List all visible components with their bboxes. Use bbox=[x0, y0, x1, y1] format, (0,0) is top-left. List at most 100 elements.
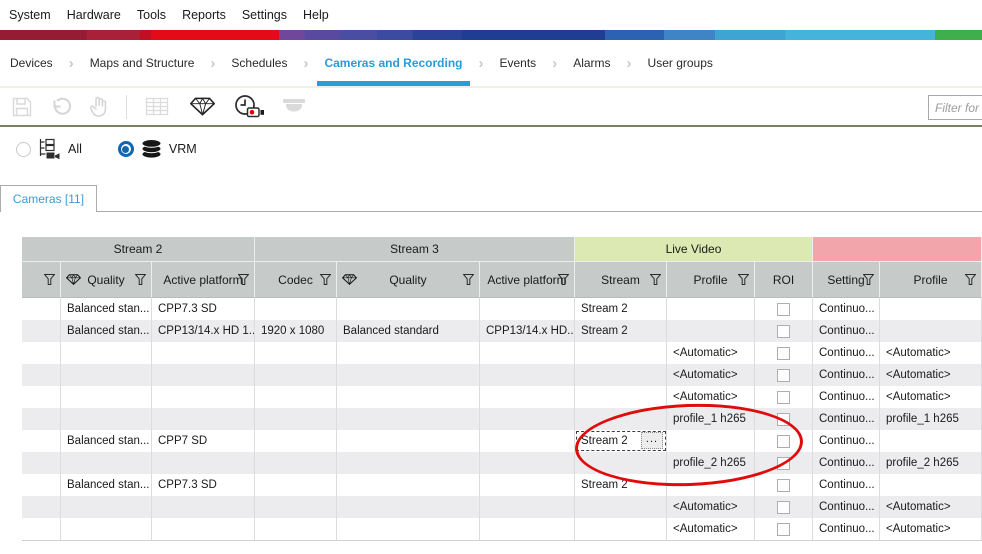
cell-codec[interactable] bbox=[255, 364, 337, 386]
cell-sel[interactable] bbox=[22, 298, 61, 320]
cell-q2[interactable] bbox=[61, 496, 152, 518]
cell-q3[interactable] bbox=[337, 518, 480, 540]
cell-q3[interactable] bbox=[337, 474, 480, 496]
cell-roi[interactable] bbox=[755, 386, 813, 408]
cell-ap3[interactable] bbox=[480, 452, 575, 474]
cell-stream[interactable] bbox=[575, 518, 667, 540]
scheduled-recording-icon[interactable] bbox=[233, 94, 264, 120]
cell-profile[interactable]: <Automatic> bbox=[667, 364, 755, 386]
cell-q3[interactable] bbox=[337, 342, 480, 364]
filter-icon[interactable] bbox=[135, 274, 146, 285]
cell-profile2[interactable] bbox=[880, 474, 982, 496]
column-header-roi-roi[interactable]: ROI bbox=[755, 262, 813, 298]
copy-table-icon[interactable] bbox=[145, 95, 172, 118]
cell-ap3[interactable] bbox=[480, 408, 575, 430]
roi-checkbox[interactable] bbox=[777, 479, 790, 492]
cell-sel[interactable] bbox=[22, 474, 61, 496]
cell-sel[interactable] bbox=[22, 408, 61, 430]
cell-stream[interactable]: Stream 2 bbox=[575, 320, 667, 342]
cell-setting[interactable]: Continuo... bbox=[813, 364, 880, 386]
cell-stream[interactable] bbox=[575, 364, 667, 386]
cell-ap2[interactable] bbox=[152, 496, 255, 518]
cell-profile[interactable]: <Automatic> bbox=[667, 386, 755, 408]
cell-setting[interactable]: Continuo... bbox=[813, 496, 880, 518]
cell-codec[interactable] bbox=[255, 518, 337, 540]
cell-ap2[interactable] bbox=[152, 408, 255, 430]
cell-profile[interactable]: <Automatic> bbox=[667, 496, 755, 518]
roi-checkbox[interactable] bbox=[777, 501, 790, 514]
cell-q2[interactable]: Balanced stan... bbox=[61, 298, 152, 320]
cell-setting[interactable]: Continuo... bbox=[813, 386, 880, 408]
cell-ap2[interactable]: CPP7.3 SD bbox=[152, 298, 255, 320]
cell-setting[interactable]: Continuo... bbox=[813, 518, 880, 540]
cell-profile[interactable]: profile_1 h265 bbox=[667, 408, 755, 430]
cell-setting[interactable]: Continuo... bbox=[813, 430, 880, 452]
cell-profile[interactable] bbox=[667, 320, 755, 342]
cell-q3[interactable] bbox=[337, 298, 480, 320]
cell-q2[interactable] bbox=[61, 408, 152, 430]
cell-ap2[interactable]: CPP7.3 SD bbox=[152, 474, 255, 496]
quality-diamond-icon[interactable] bbox=[190, 97, 215, 116]
cell-profile[interactable]: <Automatic> bbox=[667, 342, 755, 364]
column-header-quality-q3[interactable]: Quality bbox=[337, 262, 480, 298]
cell-setting[interactable]: Continuo... bbox=[813, 342, 880, 364]
cell-profile[interactable] bbox=[667, 298, 755, 320]
cell-profile[interactable] bbox=[667, 430, 755, 452]
menu-item-system[interactable]: System bbox=[9, 8, 51, 22]
nav-tab-cameras-and-recording[interactable]: Cameras and Recording bbox=[324, 40, 462, 86]
cell-setting[interactable]: Continuo... bbox=[813, 320, 880, 342]
cell-roi[interactable] bbox=[755, 474, 813, 496]
cell-roi[interactable] bbox=[755, 430, 813, 452]
cell-ap3[interactable] bbox=[480, 342, 575, 364]
cell-ap2[interactable] bbox=[152, 386, 255, 408]
nav-tab-alarms[interactable]: Alarms bbox=[573, 40, 610, 86]
cell-ap3[interactable] bbox=[480, 430, 575, 452]
filter-icon[interactable] bbox=[650, 274, 661, 285]
nav-tab-events[interactable]: Events bbox=[500, 40, 537, 86]
nav-tab-user-groups[interactable]: User groups bbox=[648, 40, 713, 86]
cell-ap2[interactable] bbox=[152, 342, 255, 364]
menu-item-settings[interactable]: Settings bbox=[242, 8, 287, 22]
column-header-sel[interactable] bbox=[22, 262, 61, 298]
column-header-setting-setting[interactable]: Setting bbox=[813, 262, 880, 298]
cell-ap2[interactable] bbox=[152, 518, 255, 540]
cell-sel[interactable] bbox=[22, 342, 61, 364]
cell-sel[interactable] bbox=[22, 518, 61, 540]
cell-stream-selected[interactable]: Stream 2... bbox=[575, 430, 667, 452]
cell-profile2[interactable]: <Automatic> bbox=[880, 496, 982, 518]
cell-ap3[interactable] bbox=[480, 474, 575, 496]
cell-q2[interactable]: Balanced stan... bbox=[61, 320, 152, 342]
cell-q3[interactable] bbox=[337, 386, 480, 408]
column-header-quality-q2[interactable]: Quality bbox=[61, 262, 152, 298]
roi-checkbox[interactable] bbox=[777, 435, 790, 448]
filter-icon[interactable] bbox=[238, 274, 249, 285]
cell-profile2[interactable] bbox=[880, 320, 982, 342]
cell-profile2[interactable] bbox=[880, 430, 982, 452]
cell-roi[interactable] bbox=[755, 518, 813, 540]
cell-profile2[interactable]: <Automatic> bbox=[880, 364, 982, 386]
cell-q2[interactable] bbox=[61, 364, 152, 386]
cell-profile[interactable]: profile_2 h265 bbox=[667, 452, 755, 474]
column-header-profile-profile2[interactable]: Profile bbox=[880, 262, 982, 298]
column-header-active-platform-ap3[interactable]: Active platform bbox=[480, 262, 575, 298]
filter-icon[interactable] bbox=[965, 274, 976, 285]
roi-checkbox[interactable] bbox=[777, 457, 790, 470]
cell-roi[interactable] bbox=[755, 364, 813, 386]
cell-stream[interactable]: Stream 2 bbox=[575, 474, 667, 496]
cell-profile2[interactable]: profile_1 h265 bbox=[880, 408, 982, 430]
cell-ap2[interactable]: CPP7 SD bbox=[152, 430, 255, 452]
nav-tab-maps-and-structure[interactable]: Maps and Structure bbox=[90, 40, 195, 86]
pan-hand-icon[interactable] bbox=[90, 96, 108, 118]
tab-cameras[interactable]: Cameras [11] bbox=[0, 185, 97, 212]
undo-icon[interactable] bbox=[50, 97, 72, 117]
filter-icon[interactable] bbox=[463, 274, 474, 285]
cell-profile[interactable] bbox=[667, 474, 755, 496]
nav-tab-schedules[interactable]: Schedules bbox=[231, 40, 287, 86]
cell-setting[interactable]: Continuo... bbox=[813, 474, 880, 496]
cell-ap2[interactable] bbox=[152, 364, 255, 386]
cell-codec[interactable] bbox=[255, 452, 337, 474]
roi-checkbox[interactable] bbox=[777, 523, 790, 536]
column-header-codec-codec[interactable]: Codec bbox=[255, 262, 337, 298]
cell-sel[interactable] bbox=[22, 496, 61, 518]
cell-codec[interactable] bbox=[255, 386, 337, 408]
